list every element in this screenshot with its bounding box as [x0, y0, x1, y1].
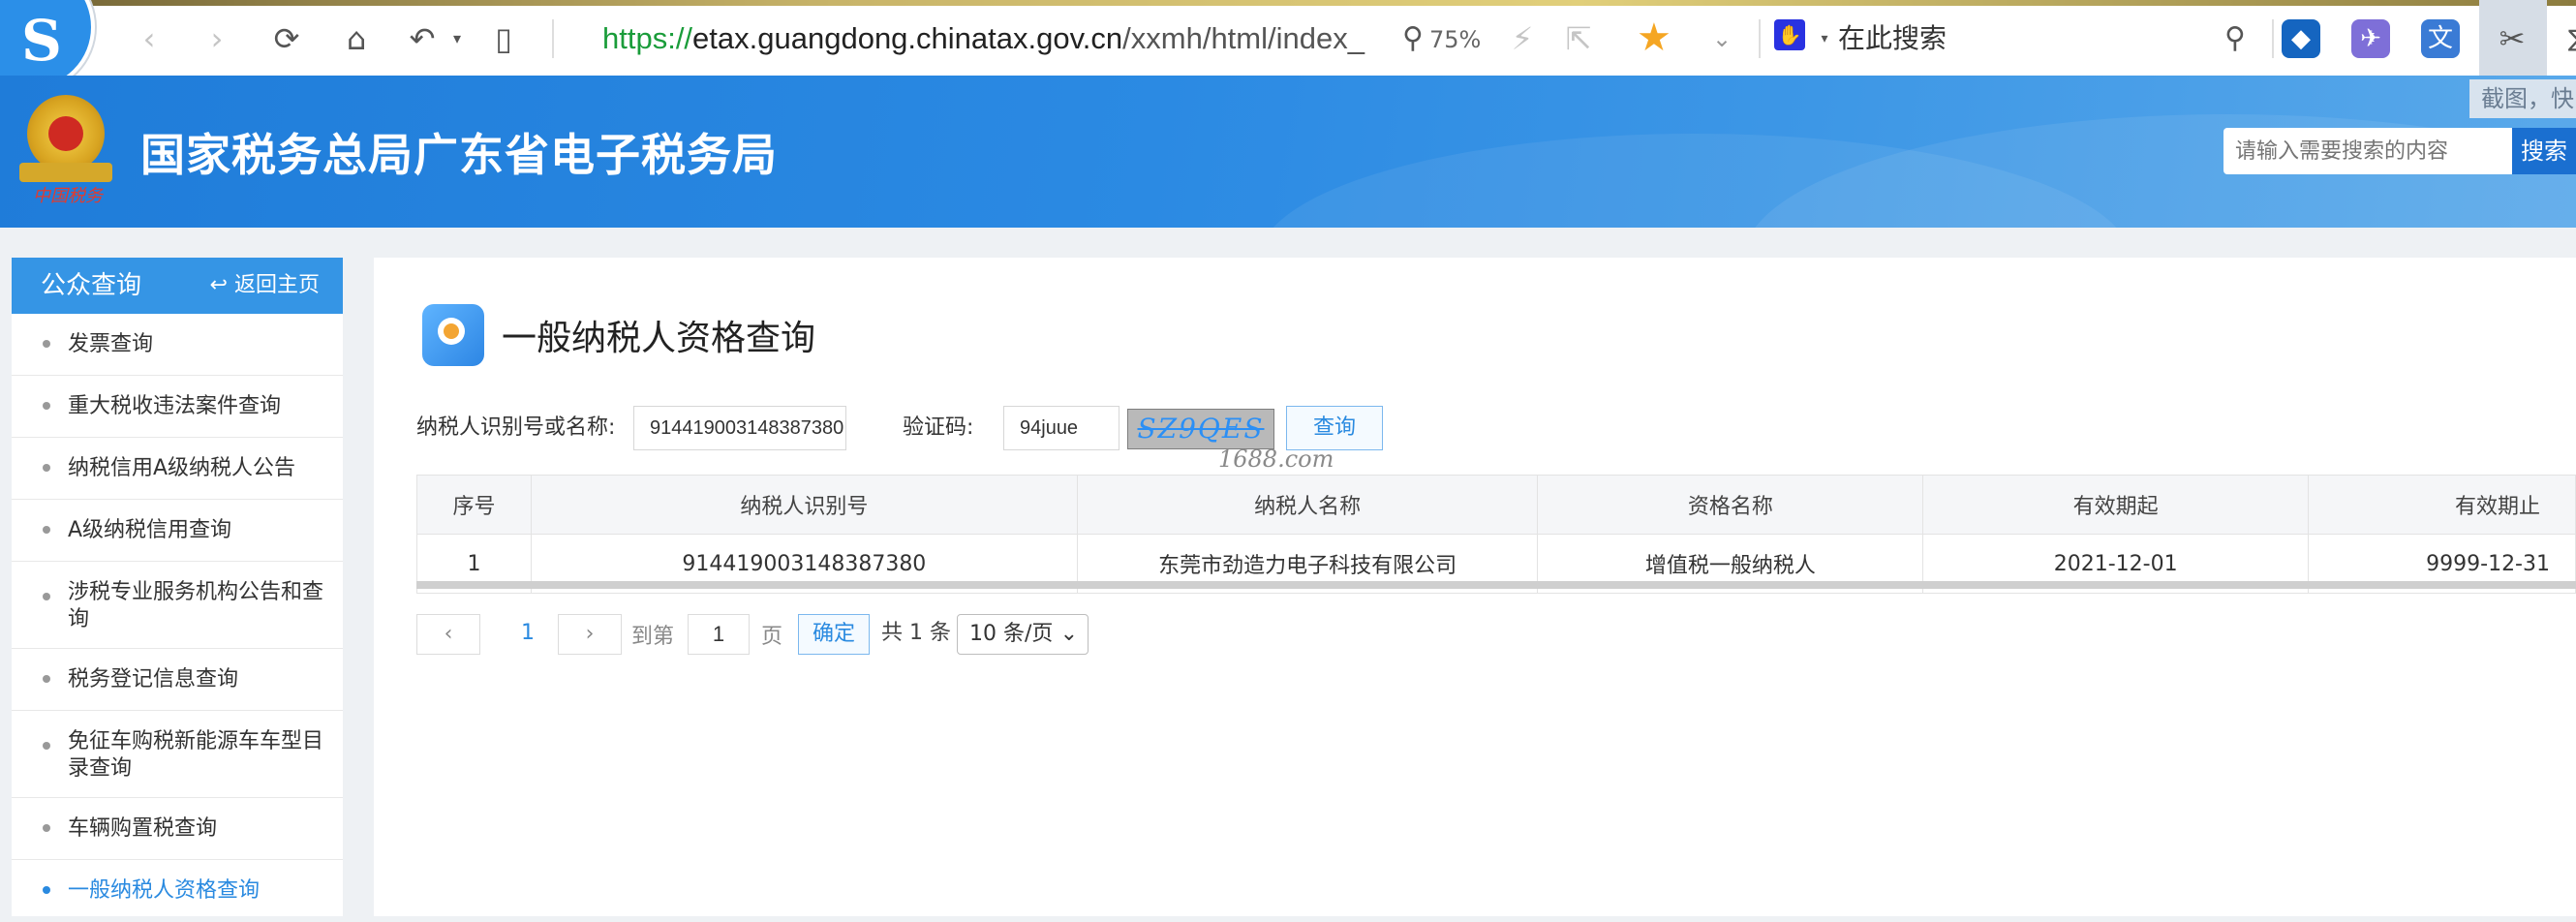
more-icon[interactable]: ∑: [2557, 19, 2576, 58]
undo-dropdown-icon[interactable]: ▾: [438, 19, 476, 58]
sidebar-header: 公众查询 ↩ 返回主页: [12, 258, 343, 314]
next-page-button[interactable]: ›: [558, 614, 622, 655]
chevron-right-icon: ›: [585, 622, 595, 646]
zoom-indicator[interactable]: ⚲ 75%: [1402, 19, 1481, 59]
captcha-image[interactable]: SZ9QES: [1127, 409, 1274, 449]
divider: [552, 19, 554, 58]
scissors-icon[interactable]: ✂: [2493, 19, 2531, 58]
page-title: 一般纳税人资格查询: [502, 319, 816, 358]
sidebar-item-label: 重大税收违法案件查询: [68, 394, 282, 418]
sidebar-item-label: 免征车购税新能源车车型目录查询: [68, 729, 324, 781]
result-table: 序号 纳税人识别号 纳税人名称 资格名称 有效期起 有效期止 1 9144190…: [416, 475, 2576, 594]
extension-bird-icon[interactable]: ✈: [2351, 19, 2390, 58]
sidebar-item-label: 税务登记信息查询: [68, 667, 239, 692]
sidebar-item-tax-agency[interactable]: 涉税专业服务机构公告和查询: [12, 562, 343, 649]
taxpayer-id-input[interactable]: 914419003148387380: [633, 406, 846, 450]
page-number-current[interactable]: 1: [513, 614, 542, 655]
sidebar-item-label: 涉税专业服务机构公告和查询: [68, 580, 324, 631]
site-title: 国家税务总局广东省电子税务局: [140, 129, 778, 181]
goto-page-input[interactable]: 1: [688, 614, 750, 655]
chevron-down-icon[interactable]: ⌄: [1702, 19, 1741, 58]
sidebar-item-a-credit-query[interactable]: A级纳税信用查询: [12, 500, 343, 562]
taxpayer-id-label: 纳税人识别号或名称:: [416, 415, 616, 440]
table-horizontal-scrollbar[interactable]: [416, 581, 2576, 589]
sidebar-item-label: 纳税信用A级纳税人公告: [68, 456, 296, 480]
main-panel: 一般纳税人资格查询 纳税人识别号或名称: 914419003148387380 …: [374, 258, 2576, 916]
browser-toolbar: S ‹ › ⟳ ⌂ ↶ ▾ ▯ https://etax.guangdong.c…: [0, 0, 2576, 91]
sidebar-title: 公众查询: [41, 271, 142, 300]
back-home-label: 返回主页: [233, 273, 320, 297]
column-header: 资格名称: [1537, 475, 1924, 535]
national-emblem-logo: 中国税务: [19, 95, 112, 206]
page-size-value: 10 条/页: [969, 622, 1054, 646]
zoom-level: 75%: [1428, 26, 1482, 53]
divider: [1759, 19, 1761, 58]
captcha-input[interactable]: 94juue: [1003, 406, 1119, 450]
column-header: 序号: [416, 475, 532, 535]
home-icon[interactable]: ⌂: [337, 19, 376, 58]
divider: [2272, 19, 2274, 58]
sidebar-item-nev-catalog[interactable]: 免征车购税新能源车车型目录查询: [12, 711, 343, 798]
back-arrow-icon[interactable]: ‹: [130, 19, 169, 58]
column-header: 纳税人识别号: [530, 475, 1078, 535]
prev-page-button[interactable]: ‹: [416, 614, 480, 655]
emblem-signature: 中国税务: [33, 186, 103, 206]
query-button[interactable]: 查询: [1286, 406, 1383, 450]
goto-prefix: 到第: [631, 625, 675, 649]
url-host: etax.guangdong.chinatax.gov.cn: [692, 21, 1123, 55]
reply-arrow-icon: ↩: [209, 273, 234, 297]
translate-icon[interactable]: 文: [2421, 19, 2460, 58]
total-count: 共 1 条: [881, 621, 951, 645]
goto-suffix: 页: [761, 625, 783, 649]
bookmark-star-icon[interactable]: ★: [1637, 15, 1671, 60]
search-icon[interactable]: ⚲: [2216, 19, 2254, 58]
url-path: /xxmh/html/index_: [1122, 21, 1365, 55]
table-header-row: 序号 纳税人识别号 纳税人名称 资格名称 有效期起 有效期止: [416, 475, 2576, 535]
chevron-down-icon: ⌄: [1059, 622, 1078, 646]
chevron-left-icon: ‹: [444, 622, 453, 646]
sidebar-item-label: A级纳税信用查询: [68, 518, 232, 542]
lightning-icon[interactable]: ⚡: [1503, 19, 1542, 58]
sidebar-item-vehicle-tax[interactable]: 车辆购置税查询: [12, 798, 343, 860]
goto-confirm-button[interactable]: 确定: [798, 614, 870, 655]
browser-search-box[interactable]: 在此搜索: [1838, 19, 1947, 58]
sidebar-item-invoice-query[interactable]: 发票查询: [12, 314, 343, 376]
address-bar[interactable]: https://etax.guangdong.chinatax.gov.cn/x…: [602, 19, 1365, 58]
site-header: 中国税务 国家税务总局广东省电子税务局: [0, 76, 2576, 228]
zoom-icon: ⚲: [1402, 21, 1424, 55]
share-icon[interactable]: ⇱: [1559, 19, 1598, 58]
column-header: 纳税人名称: [1076, 475, 1539, 535]
back-home-link[interactable]: ↩ 返回主页: [210, 271, 320, 300]
undo-icon[interactable]: ↶: [403, 19, 442, 58]
captcha-label: 验证码:: [903, 415, 974, 440]
search-document-icon: [422, 304, 484, 366]
reading-mode-icon[interactable]: ▯: [484, 19, 523, 58]
sidebar: 公众查询 ↩ 返回主页 发票查询 重大税收违法案件查询 纳税信用A级纳税人公告 …: [12, 258, 343, 916]
site-search-input[interactable]: [2223, 128, 2512, 174]
url-scheme: https://: [602, 21, 693, 55]
column-header: 有效期止: [2308, 475, 2576, 535]
sidebar-item-label: 车辆购置税查询: [68, 816, 218, 841]
tab-strip-edge: [87, 0, 2576, 6]
sidebar-item-tax-registration[interactable]: 税务登记信息查询: [12, 649, 343, 711]
extension-shield-icon[interactable]: ◆: [2282, 19, 2320, 58]
sidebar-item-general-taxpayer[interactable]: 一般纳税人资格查询: [12, 860, 343, 922]
sidebar-item-major-tax-violation[interactable]: 重大税收违法案件查询: [12, 376, 343, 438]
sidebar-item-a-credit-notice[interactable]: 纳税信用A级纳税人公告: [12, 438, 343, 500]
site-search-button[interactable]: 搜索: [2512, 128, 2576, 174]
sidebar-item-label: 发票查询: [68, 332, 154, 356]
screenshot-tooltip: 截图，快: [2469, 79, 2576, 118]
search-engine-icon[interactable]: ✋: [1774, 19, 1805, 50]
page-size-select[interactable]: 10 条/页 ⌄: [957, 614, 1089, 655]
sidebar-item-label: 一般纳税人资格查询: [68, 878, 261, 903]
reload-icon[interactable]: ⟳: [267, 19, 306, 58]
column-header: 有效期起: [1922, 475, 2310, 535]
forward-arrow-icon[interactable]: ›: [198, 19, 236, 58]
